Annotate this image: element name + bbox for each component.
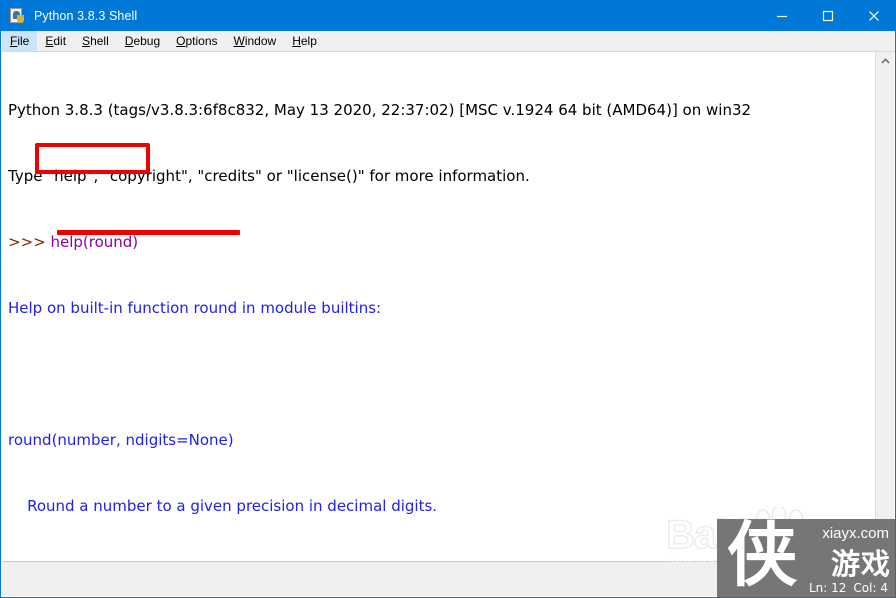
overlay-status-position: Ln: 12 Col: 4 (808, 581, 888, 595)
maximize-icon (822, 10, 834, 22)
shell-line-banner-1: Python 3.8.3 (tags/v3.8.3:6f8c832, May 1… (8, 101, 752, 119)
minimize-icon (777, 15, 787, 18)
menu-item-shell[interactable]: Shell (74, 31, 117, 51)
xiayx-label: 游戏 (830, 547, 891, 581)
shell-line-signature: round(number, ndigits=None) (8, 429, 751, 451)
menu-accel: D (124, 34, 134, 48)
menu-label: indow (244, 34, 277, 48)
menu-accel: H (292, 34, 301, 48)
shell-line-desc-1: Round a number to a given precision in d… (8, 497, 438, 515)
menu-bar: File Edit Shell Debug Options Window Hel… (2, 31, 895, 52)
shell-prompt: >>> (8, 233, 51, 251)
shell-line-banner-2: Type "help", "copyright", "credits" or "… (8, 167, 530, 185)
close-button[interactable] (851, 1, 895, 31)
menu-label: elp (300, 34, 317, 48)
vertical-scrollbar[interactable] (875, 52, 894, 563)
menu-accel: S (82, 34, 91, 48)
xiayx-site-url: xiayx.com (822, 525, 889, 542)
menu-accel: W (233, 34, 245, 48)
chevron-up-icon (880, 58, 890, 64)
idle-shell-window: Python 3.8.3 Shell File Edit Shell Debug… (0, 0, 896, 598)
maximize-button[interactable] (805, 1, 851, 31)
xiayx-watermark-overlay: 侠 xiayx.com 游戏 Ln: 12 Col: 4 (717, 519, 895, 597)
menu-item-window[interactable]: Window (226, 31, 285, 51)
shell-line-help-title: Help on built-in function round in modul… (8, 299, 382, 317)
minimize-button[interactable] (759, 1, 805, 31)
menu-label: ebug (133, 34, 161, 48)
title-bar[interactable]: Python 3.8.3 Shell (1, 1, 895, 31)
xiayx-logo-char: 侠 (727, 519, 797, 596)
shell-output-area[interactable]: Python 3.8.3 (tags/v3.8.3:6f8c832, May 1… (2, 52, 876, 563)
menu-item-edit[interactable]: Edit (37, 31, 74, 51)
menu-label: hell (90, 34, 109, 48)
shell-line-command: >>> help(round) (8, 231, 751, 253)
shell-line-blank-1 (8, 363, 751, 385)
signature-name: round (8, 431, 52, 449)
shell-text: Python 3.8.3 (tags/v3.8.3:6f8c832, May 1… (8, 55, 751, 563)
signature-args: (number, ndigits=None) (51, 431, 234, 449)
menu-label: dit (53, 34, 67, 48)
menu-accel: F (10, 34, 18, 48)
python-idle-icon (10, 8, 26, 24)
menu-item-help[interactable]: Help (284, 31, 325, 51)
menu-label: ptions (185, 34, 218, 48)
menu-item-options[interactable]: Options (168, 31, 225, 51)
menu-accel: E (45, 34, 54, 48)
menu-item-file[interactable]: File (2, 31, 38, 51)
shell-command-text: help(round) (50, 233, 139, 251)
window-title: Python 3.8.3 Shell (34, 9, 138, 23)
scroll-up-button[interactable] (876, 52, 894, 70)
menu-item-debug[interactable]: Debug (117, 31, 168, 51)
close-icon (869, 11, 879, 21)
menu-accel: O (176, 34, 186, 48)
menu-label: ile (17, 34, 30, 48)
